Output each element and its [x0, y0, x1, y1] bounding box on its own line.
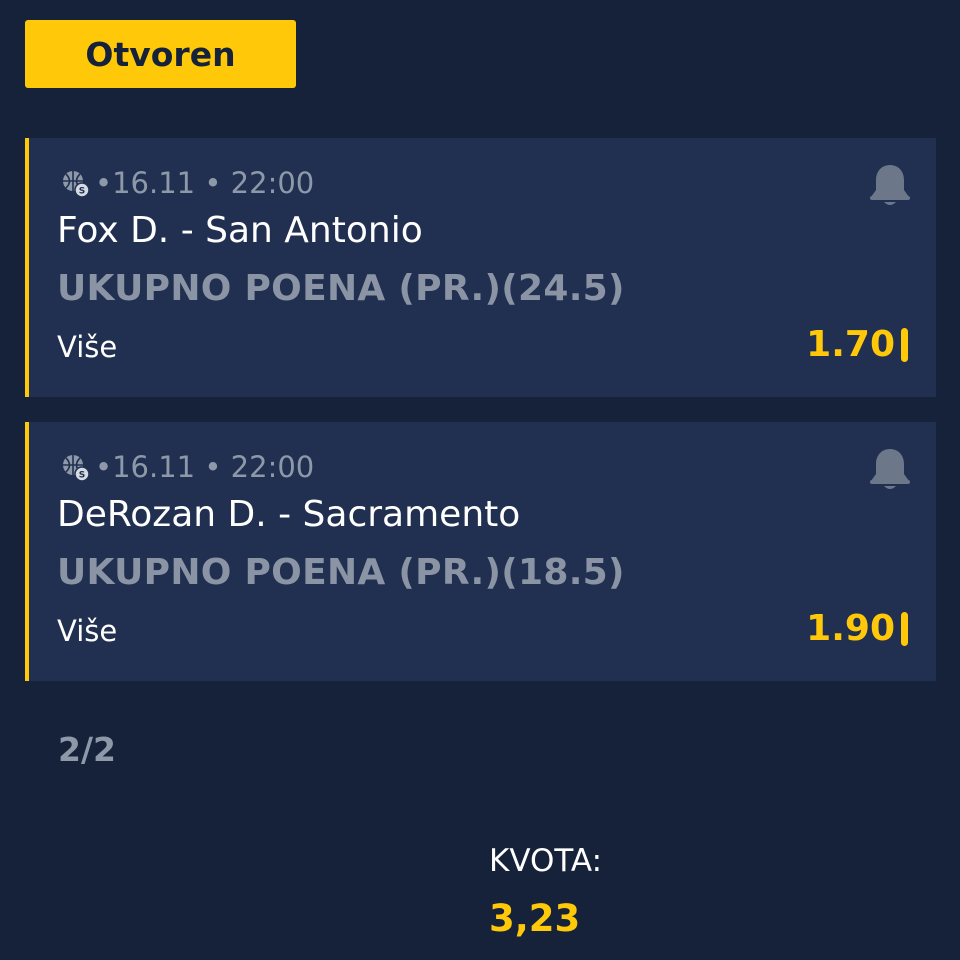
odd-indicator: [901, 611, 908, 646]
odd-container: 1.70: [806, 324, 908, 365]
basketball-icon: S: [61, 169, 89, 197]
match-title: DeRozan D. - Sacramento: [57, 494, 521, 535]
total-odds-label: KVOTA:: [489, 843, 603, 879]
pick-label: Više: [57, 330, 118, 364]
total-odds-value: 3,23: [489, 897, 581, 940]
odd-indicator: [901, 327, 908, 362]
match-title: Fox D. - San Antonio: [57, 210, 423, 251]
event-datetime: •16.11 • 22:00: [95, 166, 315, 200]
bet-selection-card[interactable]: S •16.11 • 22:00 DeRozan D. - Sacramento…: [25, 422, 936, 681]
market-name: UKUPNO POENA (PR.)(18.5): [57, 552, 625, 593]
bell-icon[interactable]: [868, 446, 912, 492]
market-name: UKUPNO POENA (PR.)(24.5): [57, 268, 625, 309]
svg-text:S: S: [79, 187, 85, 197]
bell-icon[interactable]: [868, 162, 912, 208]
event-datetime: •16.11 • 22:00: [95, 450, 315, 484]
odd-container: 1.90: [806, 608, 908, 649]
pick-label: Više: [57, 614, 118, 648]
odd-value: 1.70: [806, 324, 895, 365]
bet-selection-card[interactable]: S •16.11 • 22:00 Fox D. - San Antonio UK…: [25, 138, 936, 397]
pager-count: 2/2: [58, 730, 116, 769]
basketball-icon: S: [61, 453, 89, 481]
svg-text:S: S: [79, 471, 85, 481]
status-badge[interactable]: Otvoren: [25, 20, 296, 88]
event-meta: S •16.11 • 22:00: [61, 450, 314, 484]
odd-value: 1.90: [806, 608, 895, 649]
event-meta: S •16.11 • 22:00: [61, 166, 314, 200]
